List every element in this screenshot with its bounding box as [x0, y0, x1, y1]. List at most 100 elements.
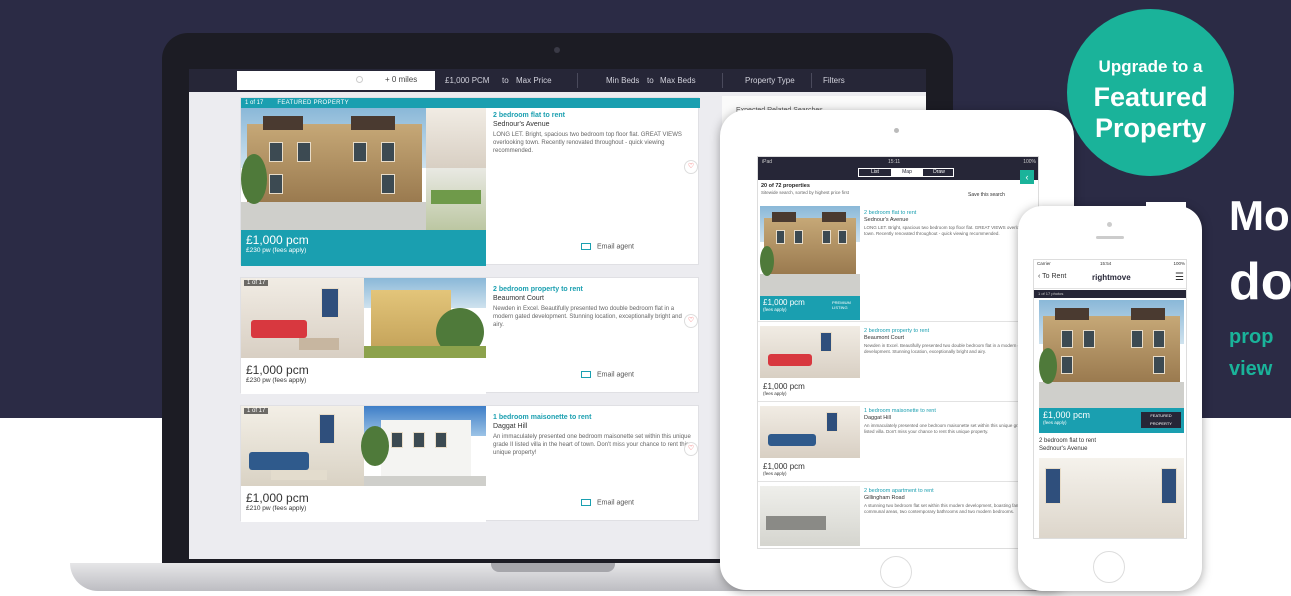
email-agent-button[interactable]: Email agent	[581, 243, 634, 250]
property-type-dropdown[interactable]: Property Type	[745, 76, 795, 85]
listing-address: Beaumont Court	[493, 295, 544, 302]
subheadline-fragment: view	[1229, 358, 1273, 380]
listing-photo[interactable]	[760, 486, 860, 546]
email-agent-button[interactable]: Email agent	[581, 371, 634, 378]
listing-address: Sednour's Avenue	[1039, 446, 1088, 452]
listing-info: 1 bedroom maisonette to rent Daggat Hill…	[493, 414, 693, 457]
promo-line-3: Property	[1094, 113, 1207, 143]
heart-icon[interactable]: ♡	[684, 160, 698, 174]
heart-icon[interactable]: ♡	[684, 442, 698, 456]
radius-dropdown[interactable]: + 0 miles	[385, 75, 417, 84]
tablet-screen: iPad 15:11 100% List Map Draw ‹ 20 of 72…	[757, 156, 1039, 549]
back-button[interactable]: ‹ To Rent	[1038, 273, 1066, 280]
listing-photo[interactable]	[241, 406, 486, 486]
upgrade-promo-badge: Upgrade to a Featured Property	[1067, 9, 1234, 176]
headline-fragment: Mo	[1229, 192, 1290, 239]
price-block: £1,000 pcm £210 pw (fees apply)	[241, 488, 486, 522]
photo-count-badge: 1 of 17	[244, 280, 269, 286]
laptop-camera	[554, 47, 560, 53]
listing-info: 2 bedroom property to rent Beaumont Cour…	[864, 328, 1029, 354]
listing-photo[interactable]	[241, 278, 486, 358]
menu-icon[interactable]: ☰	[1175, 272, 1184, 283]
premium-badge: PREMIUM LISTING	[832, 300, 851, 310]
phone-screen: Carrier 15:54 100% ‹ To Rent rightmove ☰…	[1033, 259, 1187, 539]
listing-title[interactable]: 2 bedroom flat to rent	[1039, 438, 1096, 444]
photo-count-badge: 1 of 17	[244, 408, 269, 414]
mail-icon	[581, 499, 591, 506]
listing-photo[interactable]	[760, 406, 860, 458]
promo-line-1: Upgrade to a	[1098, 57, 1203, 76]
max-price-dropdown[interactable]: Max Price	[516, 76, 552, 85]
listing-address: Sednour's Avenue	[493, 121, 550, 128]
min-beds-dropdown[interactable]: Min Beds	[606, 76, 639, 85]
listing-card[interactable]: 1 of 17 £1,000 pcm £230 pw (fees apply) …	[240, 277, 699, 394]
phone-speaker	[1096, 236, 1124, 239]
tab-draw[interactable]: Draw	[923, 169, 955, 176]
price-block: £1,000 pcm (fees apply)	[763, 462, 805, 476]
min-price-dropdown[interactable]: £1,000 PCM	[445, 76, 489, 85]
tablet-nav-bar: List Map Draw	[758, 166, 1038, 180]
listing-photo[interactable]	[760, 206, 860, 296]
listing-title[interactable]: 1 bedroom maisonette to rent	[493, 414, 693, 421]
price-block: £1,000 pcm (fees apply) PREMIUM LISTING	[760, 296, 860, 320]
email-agent-button[interactable]: Email agent	[581, 499, 634, 506]
brand-logo: rightmove	[1092, 273, 1131, 282]
price: £1,000 pcm	[246, 233, 309, 247]
listing-info: 1 bedroom maisonette to rent Daggat Hill…	[864, 408, 1029, 434]
list-item[interactable]: £1,000 pcm (fees apply) 1 bedroom maison…	[758, 404, 1038, 482]
search-bar: + 0 miles £1,000 PCM to Max Price Min Be…	[189, 69, 926, 92]
listing-info: 2 bedroom property to rent Beaumont Cour…	[493, 286, 693, 329]
listing-photo[interactable]	[760, 326, 860, 378]
max-beds-dropdown[interactable]: Max Beds	[660, 76, 696, 85]
listing-description: Newden in Excel. Beautifully presented t…	[493, 306, 682, 328]
divider	[577, 73, 578, 88]
home-button[interactable]	[1093, 551, 1125, 583]
list-item[interactable]: 2 bedroom apartment to rent Gillingham R…	[758, 484, 1038, 548]
view-segmented-control: List Map Draw	[858, 168, 954, 177]
tab-map[interactable]: Map	[891, 169, 923, 176]
listing-title[interactable]: 2 bedroom flat to rent	[493, 112, 693, 119]
heart-icon[interactable]: ♡	[684, 314, 698, 328]
phone-nav-bar: ‹ To Rent rightmove ☰	[1034, 267, 1186, 289]
to-label: to	[502, 76, 509, 85]
mail-icon	[581, 371, 591, 378]
divider	[722, 73, 723, 88]
list-item[interactable]: £1,000 pcm (fees apply) 2 bedroom proper…	[758, 324, 1038, 402]
price: £1,000 pcm	[246, 491, 309, 505]
laptop-notch	[491, 563, 615, 572]
tab-list[interactable]: List	[859, 169, 891, 176]
phone-camera	[1107, 222, 1112, 227]
filters-dropdown[interactable]: Filters	[823, 76, 845, 85]
price-per-week: £230 pw (fees apply)	[246, 377, 307, 384]
list-item[interactable]: £1,000 pcm (fees apply) PREMIUM LISTING …	[758, 204, 1038, 322]
listing-photo[interactable]	[1039, 300, 1184, 408]
promo-line-2: Featured	[1093, 82, 1208, 112]
listing-title[interactable]: 2 bedroom property to rent	[493, 286, 693, 293]
to-label: to	[647, 76, 654, 85]
price-block: £1,000 pcm £230 pw (fees apply)	[241, 230, 486, 266]
price-block: £1,000 pcm £230 pw (fees apply)	[241, 360, 486, 394]
save-search-button[interactable]: Save this search	[968, 192, 1005, 198]
listing-info: 2 bedroom flat to rent Sednour's Avenue …	[864, 210, 1030, 236]
mail-icon	[581, 243, 591, 250]
decorative-dash	[1146, 202, 1186, 212]
listing-card-featured[interactable]: 1 of 17 FEATURED PROPERTY £1,000 pcm £23…	[240, 97, 700, 266]
listing-description: LONG LET. Bright, spacious two bedroom t…	[493, 132, 682, 154]
listing-card[interactable]: 1 of 17 £1,000 pcm £210 pw (fees apply) …	[240, 405, 699, 522]
sort-summary: Sitewide search, sorted by highest price…	[761, 190, 850, 195]
price-per-week: £210 pw (fees apply)	[246, 505, 307, 512]
listing-info: 2 bedroom apartment to rent Gillingham R…	[864, 488, 1029, 514]
price: £1,000 pcm	[246, 363, 309, 377]
featured-badge: FEATURED PROPERTY	[1141, 412, 1181, 428]
location-icon	[356, 76, 363, 83]
listing-photo[interactable]	[1039, 458, 1184, 538]
featured-banner: 1 of 17 FEATURED PROPERTY	[241, 98, 700, 108]
tablet-camera	[894, 128, 899, 133]
listing-description: An immaculately presented one bedroom ma…	[493, 434, 691, 456]
phone-status-bar: Carrier 15:54 100%	[1037, 261, 1185, 266]
listing-address: Daggat Hill	[493, 423, 528, 430]
listing-info: 2 bedroom flat to rent Sednour's Avenue …	[493, 112, 693, 155]
results-count: 20 of 72 properties	[761, 183, 810, 189]
home-button[interactable]	[880, 556, 912, 588]
chevron-left-icon[interactable]: ‹	[1020, 170, 1034, 184]
